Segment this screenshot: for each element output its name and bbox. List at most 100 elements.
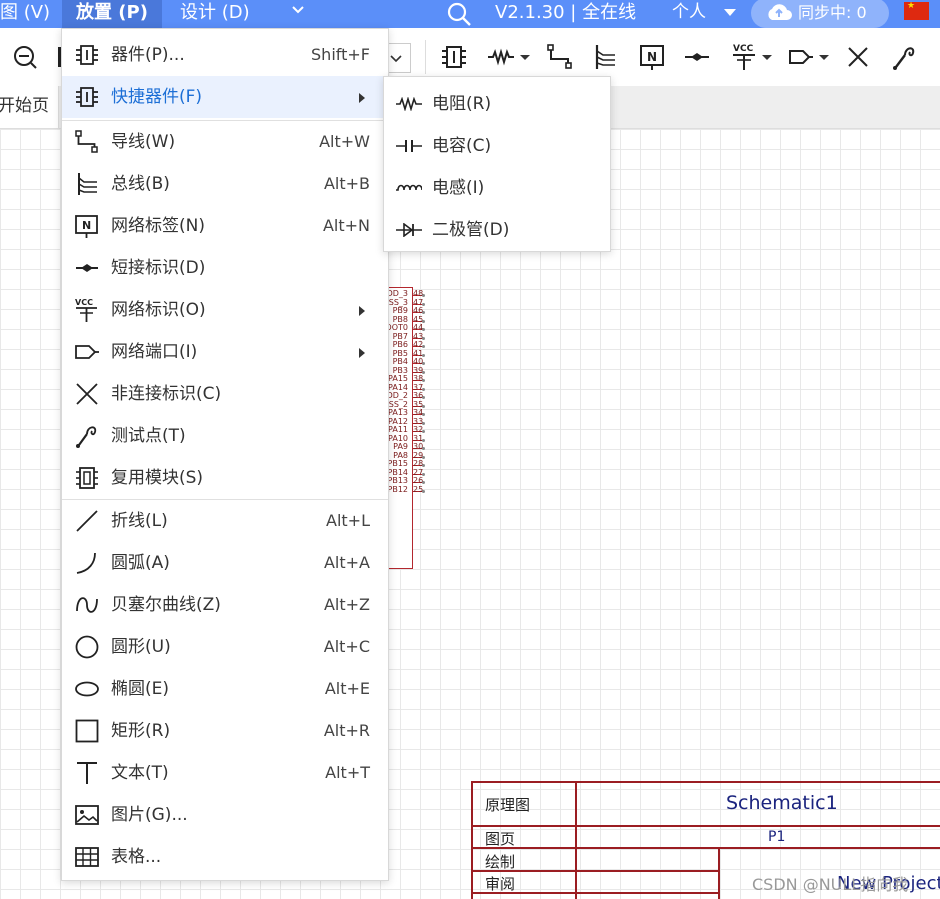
submenu-item-capacitor[interactable]: 电容(C): [384, 125, 610, 167]
title-block-drawn-label: 绘制: [485, 853, 516, 871]
menu-item-polyline[interactable]: 折线(L) Alt+L: [62, 500, 388, 542]
capacitor-icon: [396, 139, 422, 153]
submenu-item-diode[interactable]: 二极管(D): [384, 209, 610, 251]
menu-item-text[interactable]: 文本(T) Alt+T: [62, 752, 388, 794]
net-port-icon: [75, 340, 99, 364]
bezier-icon: [75, 593, 99, 617]
chip-pin-endpoint: [422, 481, 425, 484]
menu-item-label: 复用模块(S): [111, 468, 204, 488]
menu-item-probe[interactable]: 测试点(T): [62, 415, 388, 457]
submenu-item-resistor[interactable]: 电阻(R): [384, 83, 610, 125]
chip-pin[interactable]: PB9 46: [380, 307, 440, 316]
component-icon[interactable]: [440, 43, 468, 71]
resistor-icon[interactable]: [487, 43, 533, 71]
submenu-item-inductor[interactable]: 电感(I): [384, 167, 610, 209]
chip-pin-name: DD_2: [386, 391, 408, 400]
table-icon: [75, 845, 99, 869]
chip-pin-name: PB15: [387, 459, 409, 468]
menu-item-table[interactable]: 表格...: [62, 836, 388, 878]
menu-item-label: 椭圆(E): [111, 679, 170, 699]
chip-pin-endpoint: [422, 328, 425, 331]
chip-pin[interactable]: PB4 40: [380, 358, 440, 367]
menu-item-ellipse[interactable]: 椭圆(E) Alt+E: [62, 668, 388, 710]
menu-item-label: 非连接标识(C): [111, 384, 222, 404]
search-icon[interactable]: [446, 1, 472, 27]
title-block-page-label: 图页: [485, 830, 516, 848]
tab-start-page[interactable]: 开始页: [0, 86, 59, 128]
version-text: V2.1.30 | 全在线: [495, 2, 637, 23]
menu-item-wire[interactable]: 导线(W) Alt+W: [62, 121, 388, 163]
menu-item-label: 圆形(U): [111, 637, 171, 657]
menu-view[interactable]: 图 (V): [0, 0, 50, 28]
chip-pin-endpoint: [422, 447, 425, 450]
vcc-icon[interactable]: VCC: [731, 43, 777, 71]
chip-pin[interactable]: PB7 43: [380, 332, 440, 342]
menu-item-image[interactable]: 图片(G)...: [62, 794, 388, 836]
probe-icon[interactable]: [891, 43, 919, 71]
chip-pin[interactable]: PB12 25: [380, 485, 440, 495]
menu-item-shortcut: Alt+N: [322, 216, 370, 235]
net-port-icon[interactable]: [787, 43, 833, 71]
sync-status-badge[interactable]: 同步中: 0: [751, 0, 889, 28]
menu-item-bezier[interactable]: 贝塞尔曲线(Z) Alt+Z: [62, 584, 388, 626]
title-block-rule: [718, 847, 720, 899]
chip-pin[interactable]: PA10 31: [380, 434, 440, 444]
menu-item-short-flag[interactable]: 短接标识(D): [62, 247, 388, 289]
menu-item-bus[interactable]: 总线(B) Alt+B: [62, 163, 388, 205]
svg-text:VCC: VCC: [75, 298, 93, 307]
wire-icon[interactable]: [546, 43, 574, 71]
svg-text:N: N: [647, 50, 657, 64]
menu-item-quick-component[interactable]: 快捷器件(F): [62, 76, 388, 118]
menu-item-label: 图片(G)...: [111, 805, 188, 825]
chip-pin-endpoint: [422, 294, 425, 297]
menu-design[interactable]: 设计 (D): [180, 0, 250, 28]
menu-item-net-flag[interactable]: VCC 网络标识(O): [62, 289, 388, 331]
title-block-border: [471, 781, 940, 783]
diode-icon: [396, 223, 422, 237]
menu-item-shortcut: Alt+C: [323, 637, 370, 656]
menu-item-circle[interactable]: 圆形(U) Alt+C: [62, 626, 388, 668]
no-connect-icon[interactable]: [846, 43, 870, 71]
toolbar-divider: [425, 40, 426, 74]
ellipse-icon: [75, 677, 99, 701]
menu-item-net-label[interactable]: N 网络标签(N) Alt+N: [62, 205, 388, 247]
menu-item-no-connect[interactable]: 非连接标识(C): [62, 373, 388, 415]
short-flag-icon[interactable]: [683, 43, 711, 71]
chip-pin[interactable]: PA9 30: [380, 443, 440, 452]
net-label-icon[interactable]: N: [639, 43, 667, 71]
chip-pin[interactable]: PB5 41: [380, 349, 440, 359]
menu-item-shortcut: Alt+R: [323, 721, 370, 740]
submenu-arrow-icon: [358, 348, 366, 358]
bus-icon[interactable]: [591, 43, 619, 71]
wire-icon: [75, 130, 99, 154]
menu-item-rectangle[interactable]: 矩形(R) Alt+R: [62, 710, 388, 752]
menu-item-label: 文本(T): [111, 763, 169, 783]
menu-item-label: 器件(P)...: [111, 45, 185, 65]
chip-pin-list: DD_3 48 SS_3 47 PB9 46 PB8 45 OOT0 44 PB7 43 PB6 42 PB…: [380, 290, 440, 494]
no-connect-icon: [75, 382, 99, 406]
title-block-rule: [575, 781, 577, 899]
menu-item-net-port[interactable]: 网络端口(I): [62, 331, 388, 373]
chip-pin[interactable]: PB6 42: [380, 341, 440, 350]
menu-item-component[interactable]: 器件(P)... Shift+F: [62, 34, 388, 76]
caret-down-icon[interactable]: [723, 8, 737, 17]
chip-pin-endpoint: [422, 413, 425, 416]
bus-icon: [75, 172, 99, 196]
menu-item-shortcut: Alt+A: [323, 553, 370, 572]
chip-pin-name: PB6: [392, 340, 408, 349]
menu-item-label: 网络端口(I): [111, 342, 198, 362]
menu-item-arc[interactable]: 圆弧(A) Alt+A: [62, 542, 388, 584]
menu-item-reuse-block[interactable]: 复用模块(S): [62, 457, 388, 499]
chip-pin-endpoint: [422, 430, 425, 433]
zoom-out-icon[interactable]: [12, 43, 38, 71]
menu-item-label: 贝塞尔曲线(Z): [111, 595, 221, 615]
menu-item-label: 折线(L): [111, 511, 168, 531]
title-block-type-label: 原理图: [485, 796, 531, 814]
chip-pin[interactable]: OOT0 44: [380, 324, 440, 333]
menu-bar: 图 (V) 放置 (P) 设计 (D) V2.1.30 | 全在线 个人 同步中…: [0, 0, 940, 28]
chip-pin[interactable]: SS_3 47: [380, 298, 440, 308]
menu-place[interactable]: 放置 (P): [62, 0, 162, 28]
user-menu[interactable]: 个人: [672, 0, 706, 24]
menu-item-label: 矩形(R): [111, 721, 171, 741]
china-flag-icon[interactable]: ★: [904, 2, 929, 20]
